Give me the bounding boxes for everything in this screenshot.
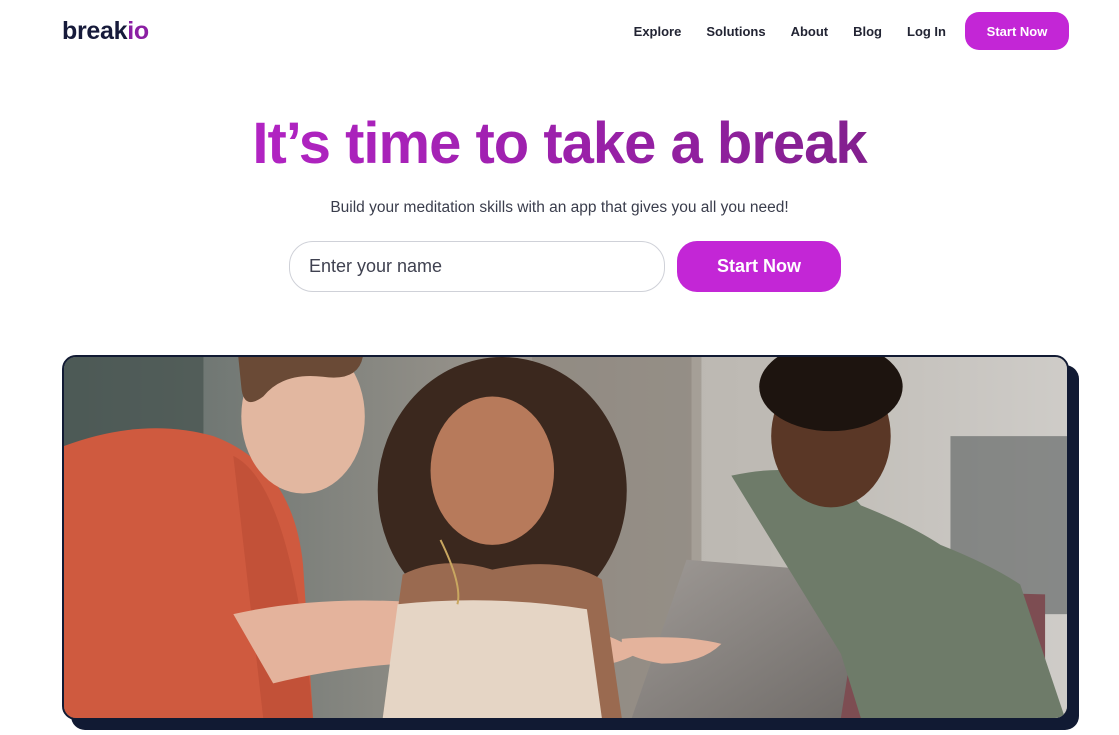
hero-subtitle: Build your meditation skills with an app…	[330, 199, 789, 216]
hero-photo-illustration	[64, 357, 1067, 718]
name-input[interactable]	[289, 241, 665, 292]
brand-logo[interactable]: breakio	[62, 17, 149, 46]
nav-link-explore[interactable]: Explore	[634, 24, 682, 39]
hero-start-now-button[interactable]: Start Now	[677, 241, 841, 292]
nav-start-now-button[interactable]: Start Now	[965, 12, 1069, 50]
nav-link-blog[interactable]: Blog	[853, 24, 882, 39]
nav-link-login[interactable]: Log In	[907, 24, 946, 39]
nav-link-about[interactable]: About	[791, 24, 829, 39]
logo-text-main: break	[62, 16, 128, 45]
landing-page: breakio Explore Solutions About Blog Log…	[0, 0, 1119, 735]
nav-links: Explore Solutions About Blog Log In Star…	[634, 12, 1069, 50]
nav-link-solutions[interactable]: Solutions	[706, 24, 765, 39]
hero-image	[62, 355, 1069, 720]
hero-title: It’s time to take a break	[0, 110, 1119, 178]
logo-text-accent: io	[127, 16, 149, 45]
top-nav: breakio Explore Solutions About Blog Log…	[62, 12, 1069, 50]
signup-form: Start Now	[289, 241, 841, 292]
